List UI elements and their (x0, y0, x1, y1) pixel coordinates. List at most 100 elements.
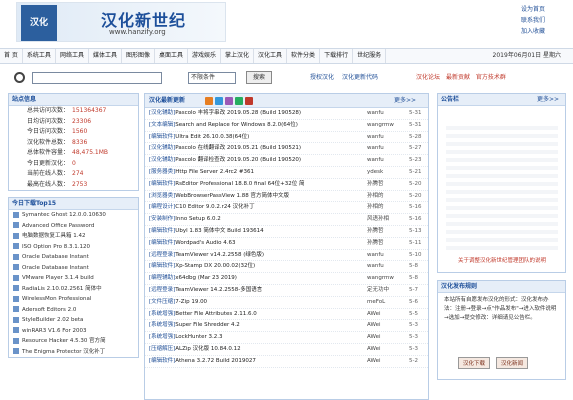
top-download-name[interactable]: RadiaLis 2.10.02.2561 简体中 (22, 286, 102, 292)
top-download-item[interactable]: Resource Hacker 4.5.30 官方简 (9, 336, 138, 347)
top-download-name[interactable]: 电脑数据恢复工具箱 1.42 (22, 233, 86, 239)
top-download-name[interactable]: winRAR3 V1.6 For 2003 (22, 328, 87, 334)
nav-home[interactable]: 首 页 (0, 49, 23, 63)
top-download-item[interactable]: Advanced Office Password (9, 221, 138, 232)
top-download-item[interactable]: VMware Player 3.1.4 build (9, 273, 138, 284)
update-author[interactable]: AWei (367, 344, 381, 356)
update-category[interactable]: [远程登录] (149, 252, 175, 258)
update-category[interactable]: [编辑软件] (149, 263, 175, 269)
update-category[interactable]: [汉化辅助] (149, 110, 175, 116)
update-title[interactable]: Pascolo 在线翻译改 2019.05.21 (Build 190521) (175, 145, 301, 151)
update-title[interactable]: Inno Setup 6.0.2 (175, 216, 220, 222)
update-category[interactable]: [文本编辑] (149, 122, 175, 128)
bookmark-link[interactable]: 加入收藏 (521, 26, 561, 37)
update-title[interactable]: Super File Shredder 4.2 (175, 322, 239, 328)
top-download-item[interactable]: StyleBuilder 2.02 beta (9, 315, 138, 326)
update-title[interactable]: Wordpad's Audio 4.63 (175, 240, 235, 246)
update-category[interactable]: [汉化辅助] (149, 145, 175, 151)
update-category[interactable]: [系统增强] (149, 311, 175, 317)
top-download-name[interactable]: Oracle Database Instant (22, 254, 89, 260)
update-category[interactable]: [编辑软件] (149, 240, 175, 246)
top-download-item[interactable]: winRAR3 V1.6 For 2003 (9, 326, 138, 337)
top-download-item[interactable]: Adersoft Editors 2.0 (9, 305, 138, 316)
update-category[interactable]: [编程设计] (149, 204, 175, 210)
nav-network-tools[interactable]: 网络工具 (56, 49, 89, 63)
forum-link[interactable]: 汉化论坛 (416, 74, 440, 81)
tech-group-link[interactable]: 官方技术群 (476, 74, 506, 81)
nav-hanzify-tools[interactable]: 汉化工具 (254, 49, 288, 63)
top-download-item[interactable]: Oracle Database Instant (9, 252, 138, 263)
update-title[interactable]: Xp-Stamp DX 20.00.02(32位) (175, 263, 255, 269)
update-category[interactable]: [浏览器类] (149, 193, 175, 199)
update-author[interactable]: wangrmw (367, 120, 394, 132)
update-author[interactable]: 孙腾哲 (367, 238, 384, 250)
update-author[interactable]: 定无功中 (367, 285, 389, 297)
reader-icon[interactable] (215, 97, 223, 105)
update-title[interactable]: Athena 3.2.72 Build 2019027 (175, 358, 256, 364)
update-author[interactable]: 风语孙相 (367, 214, 389, 226)
site-logo[interactable]: 汉化 汉化新世纪 www.hanzify.org (16, 2, 226, 42)
top-download-name[interactable]: Oracle Database Instant (22, 265, 89, 271)
update-author[interactable]: AWei (367, 320, 381, 332)
top-download-item[interactable]: ISO Option Pro 8.3.1.120 (9, 242, 138, 253)
search-scope-select[interactable]: 不限条件 (188, 72, 236, 84)
nav-graphics[interactable]: 图形图像 (122, 49, 155, 63)
top-download-item[interactable]: Oracle Database Instant (9, 263, 138, 274)
search-input[interactable] (32, 72, 162, 84)
nav-download-rank[interactable]: 下载排行 (320, 49, 354, 63)
update-category[interactable]: [汉化辅助] (149, 157, 175, 163)
top-download-item[interactable]: WirelessMon Professional (9, 294, 138, 305)
update-author[interactable]: wangrmw (367, 273, 394, 285)
update-title[interactable]: 7-Zip 19.00 (175, 299, 207, 305)
update-title[interactable]: Ultra Edit 26.10.0.38(64位) (175, 134, 249, 140)
authorized-link[interactable]: 授权汉化 (310, 74, 334, 81)
update-code-link[interactable]: 汉化更新代码 (342, 74, 378, 81)
top-download-name[interactable]: ISO Option Pro 8.3.1.120 (22, 244, 90, 250)
update-title[interactable]: ALZip 汉化版 10.84.0.12 (175, 346, 240, 352)
update-title[interactable]: RsEditor Professional 18.8.0 final 64位+3… (175, 181, 304, 187)
top-download-name[interactable]: Adersoft Editors 2.0 (22, 307, 76, 313)
top-download-name[interactable]: VMware Player 3.1.4 build (22, 275, 94, 281)
nav-services[interactable]: 世纪服务 (353, 49, 387, 63)
update-category[interactable]: [编辑软件] (149, 181, 175, 187)
download-badge[interactable]: 汉化下载 (458, 357, 491, 369)
update-title[interactable]: TeamViewer 14.2.2558-多国语言 (175, 287, 262, 293)
update-author[interactable]: wanfu (367, 132, 384, 144)
update-category[interactable]: [远程登录] (149, 287, 175, 293)
update-category[interactable]: [编程辅助] (149, 275, 175, 281)
update-author[interactable]: wanfu (367, 155, 384, 167)
subscribe-icon[interactable] (245, 97, 253, 105)
top-download-item[interactable]: Symantec Ghost 12.0.0.10630 (9, 210, 138, 221)
latest-more-link[interactable]: 更多>> (394, 94, 416, 108)
update-author[interactable]: AWei (367, 332, 381, 344)
top-download-name[interactable]: StyleBuilder 2.02 beta (22, 317, 83, 323)
top-download-name[interactable]: The Enigma Protector 汉化补丁 (22, 349, 105, 355)
top-download-item[interactable]: 电脑数据恢复工具箱 1.42 (9, 231, 138, 242)
search-button[interactable]: 搜索 (246, 71, 272, 84)
update-author[interactable]: 孙腾哲 (367, 226, 384, 238)
update-category[interactable]: [系统增强] (149, 334, 175, 340)
set-homepage-link[interactable]: 设为首页 (521, 4, 561, 15)
contrib-link[interactable]: 最新贡献 (446, 74, 470, 81)
top-download-item[interactable]: RadiaLis 2.10.02.2561 简体中 (9, 284, 138, 295)
top-download-name[interactable]: Symantec Ghost 12.0.0.10630 (22, 212, 106, 218)
update-author[interactable]: wanfu (367, 108, 384, 120)
update-title[interactable]: Search and Replace for Windows 8.2.0(64位… (175, 122, 298, 128)
update-category[interactable]: [文件压缩] (149, 299, 175, 305)
nav-categories[interactable]: 软件分类 (287, 49, 321, 63)
update-title[interactable]: Pascolo 丰将字串改 2019.05.28 (Build 190528) (175, 110, 301, 116)
nav-system-tools[interactable]: 系统工具 (23, 49, 56, 63)
update-title[interactable]: TeamViewer v14.2.2558 (绿色版) (175, 252, 264, 258)
update-title[interactable]: WebBrowserPassView 1.88 官方简体中文版 (175, 193, 289, 199)
update-author[interactable]: AWei (367, 356, 381, 368)
update-category[interactable]: [编辑软件] (149, 228, 175, 234)
update-author[interactable]: 孙相的 (367, 191, 384, 203)
update-title[interactable]: Pascolo 翻译检查改 2019.05.20 (Build 190520) (175, 157, 301, 163)
update-author[interactable]: 孙相的 (367, 202, 384, 214)
news-badge[interactable]: 汉化新闻 (495, 357, 528, 369)
update-category[interactable]: [安装制作] (149, 216, 175, 222)
update-author[interactable]: wanfu (367, 143, 384, 155)
top-download-name[interactable]: WirelessMon Professional (22, 296, 91, 302)
top-download-item[interactable]: The Enigma Protector 汉化补丁 (9, 347, 138, 358)
update-title[interactable]: Ubyl 1.83 简体中文 Build 193614 (175, 228, 263, 234)
